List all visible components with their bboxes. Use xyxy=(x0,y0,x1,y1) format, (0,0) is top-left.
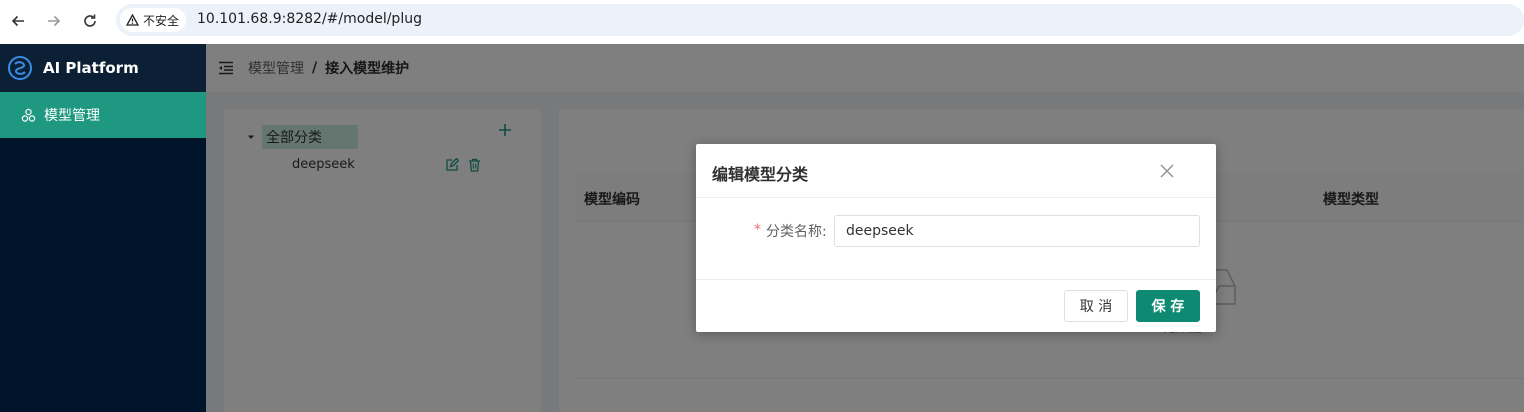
logo-icon xyxy=(8,56,32,80)
close-button[interactable] xyxy=(1157,161,1177,181)
arrow-left-icon xyxy=(11,15,24,27)
sidebar-item-label: 模型管理 xyxy=(44,108,100,124)
edit-category-dialog: 编辑模型分类 * 分类名称: 取 消 保 存 xyxy=(696,144,1216,332)
back-button[interactable] xyxy=(6,9,30,33)
save-button[interactable]: 保 存 xyxy=(1136,290,1200,322)
sidebar: AI Platform 模型管理 xyxy=(0,44,206,412)
cluster-icon xyxy=(21,108,36,122)
security-indicator[interactable]: 不安全 xyxy=(120,8,187,32)
reload-button[interactable] xyxy=(78,9,102,33)
app-title: AI Platform xyxy=(43,59,139,77)
logo: AI Platform xyxy=(0,44,206,92)
cancel-button[interactable]: 取 消 xyxy=(1064,290,1128,322)
browser-toolbar: 不安全 10.101.68.9:8282/#/model/plug xyxy=(0,0,1524,44)
required-mark: * xyxy=(754,222,761,238)
close-icon xyxy=(1160,164,1174,178)
dialog-title: 编辑模型分类 xyxy=(712,165,809,184)
warning-icon xyxy=(126,14,139,26)
form-row-category-name: * 分类名称: xyxy=(696,215,1216,247)
field-label: 分类名称: xyxy=(766,224,827,240)
dialog-header: 编辑模型分类 xyxy=(696,144,1216,198)
reload-icon xyxy=(84,14,96,27)
url-text[interactable]: 10.101.68.9:8282/#/model/plug xyxy=(197,11,422,27)
arrow-right-icon xyxy=(48,15,61,27)
dialog-footer: 取 消 保 存 xyxy=(696,279,1216,332)
security-label: 不安全 xyxy=(143,13,180,28)
sidebar-item-model-management[interactable]: 模型管理 xyxy=(0,92,206,138)
address-bar[interactable]: 不安全 10.101.68.9:8282/#/model/plug xyxy=(116,4,1524,36)
category-name-input[interactable] xyxy=(834,215,1200,247)
forward-button[interactable] xyxy=(42,9,66,33)
